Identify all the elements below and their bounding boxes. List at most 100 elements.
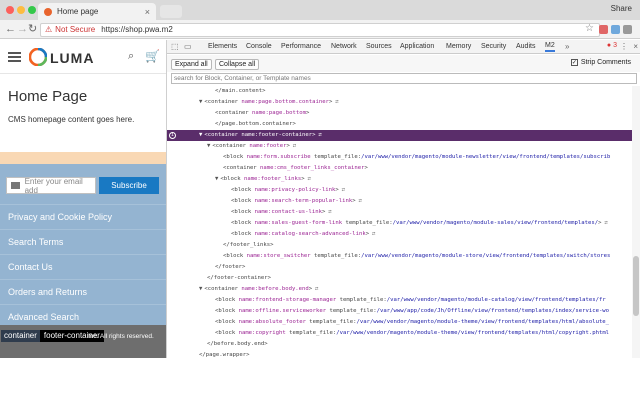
swap-icon[interactable]: ⇄ (328, 209, 331, 215)
tree-row[interactable]: </main.content> (167, 86, 633, 97)
newsletter-input[interactable]: Enter your email add (6, 177, 96, 195)
expand-toggle-icon[interactable]: ▼ (207, 143, 210, 149)
url-text: https://shop.pwa.m2 (101, 25, 173, 34)
swap-icon[interactable]: ⇄ (315, 286, 318, 292)
tab-application[interactable]: Application (400, 43, 434, 50)
tree-row[interactable]: <block name:form.subscribe template_file… (167, 152, 633, 163)
bookmark-star-icon[interactable]: ☆ (585, 23, 594, 34)
tree-row[interactable]: </page.wrapper> (167, 350, 633, 358)
tree-row[interactable]: <block name:copyright template_file:/var… (167, 328, 633, 339)
tree-row[interactable]: </before.body.end> (167, 339, 633, 350)
swap-icon[interactable]: ⇄ (604, 220, 607, 226)
tree-row[interactable]: <block name:contact-us-link> ⇄ (167, 207, 633, 218)
footer-link-orders[interactable]: Orders and Returns (0, 279, 166, 303)
tree-row[interactable]: <block name:store_switcher template_file… (167, 251, 633, 262)
tag-text: > (286, 143, 290, 149)
tree-row-selected[interactable]: i ▼ <container name:footer-container> ⇄ (167, 130, 633, 141)
menu-icon[interactable] (8, 52, 21, 62)
new-tab-button[interactable] (160, 5, 182, 18)
tree-row[interactable]: </page.bottom.container> (167, 119, 633, 130)
strip-comments-toggle[interactable]: ✓ Strip Comments (570, 59, 631, 66)
tab-audits[interactable]: Audits (516, 43, 535, 50)
tree-row[interactable]: <container name:cms_footer_links_contain… (167, 163, 633, 174)
tab-network[interactable]: Network (331, 43, 357, 50)
node-name: name:footer-container (241, 132, 313, 138)
checkbox-icon[interactable]: ✓ (570, 59, 578, 66)
minimize-window-button[interactable] (17, 6, 25, 14)
footer-link-privacy[interactable]: Privacy and Cookie Policy (0, 204, 166, 228)
layout-search-input[interactable]: search for Block, Container, or Template… (171, 73, 637, 84)
expand-toggle-icon[interactable]: ▼ (199, 286, 202, 292)
search-icon[interactable]: ⌕ (128, 50, 134, 63)
tab-performance[interactable]: Performance (281, 43, 321, 50)
tree-row[interactable]: ▼ <container name:page.bottom.container> ⇄ (167, 97, 633, 108)
error-count-badge[interactable]: ● 3 (607, 42, 617, 49)
footer-link-search-terms[interactable]: Search Terms (0, 229, 166, 253)
node-name: name:footer (249, 143, 287, 149)
extension-icon[interactable] (611, 25, 620, 34)
expand-toggle-icon[interactable]: ▼ (199, 99, 202, 105)
address-bar[interactable]: ⚠ Not Secure https://shop.pwa.m2 (40, 23, 600, 37)
swap-icon[interactable]: ⇄ (293, 143, 296, 149)
tree-row[interactable]: <block name:offline.serviceworker templa… (167, 306, 633, 317)
tab-security[interactable]: Security (481, 43, 506, 50)
tree-scrollbar[interactable] (632, 86, 640, 358)
tree-row[interactable]: </footer_links> (167, 240, 633, 251)
tab-memory[interactable]: Memory (446, 43, 471, 50)
tab-sources[interactable]: Sources (366, 43, 392, 50)
tree-row[interactable]: <block name:sales-guest-form-link templa… (167, 218, 633, 229)
settings-menu-icon[interactable]: ⋮ (620, 42, 628, 51)
cart-icon[interactable]: 🛒 (145, 49, 160, 63)
tree-row[interactable]: <block name:catalog-search-advanced-link… (167, 229, 633, 240)
tag-text: <container (212, 143, 250, 149)
expand-toggle-icon[interactable]: ▼ (199, 132, 202, 138)
tree-row[interactable]: ▼ <container name:footer> ⇄ (167, 141, 633, 152)
tree-row[interactable]: </footer-container> (167, 273, 633, 284)
tree-row[interactable]: <block name:frontend-storage-manager tem… (167, 295, 633, 306)
template-file-path: /var/www/vendor/magento/module-theme/vie… (356, 319, 610, 325)
swap-icon[interactable]: ⇄ (342, 187, 345, 193)
tree-row[interactable]: <block name:privacy-policy-link> ⇄ (167, 185, 633, 196)
swap-icon[interactable]: ⇄ (372, 231, 375, 237)
brand-name[interactable]: LUMA (50, 50, 94, 66)
tree-row[interactable]: <block name:absolute_footer template_fil… (167, 317, 633, 328)
collapse-all-button[interactable]: Collapse all (215, 59, 260, 70)
more-tabs-icon[interactable]: » (565, 42, 569, 51)
back-icon[interactable]: ← (5, 23, 16, 35)
tag-text: > (598, 220, 602, 226)
tree-row[interactable]: ▼ <block name:footer_links> ⇄ (167, 174, 633, 185)
tab-m2[interactable]: M2 (545, 42, 555, 52)
tag-text: </page.bottom.container> (215, 121, 296, 127)
template-file-path: /var/www/vendor/magento/module-theme/vie… (336, 330, 610, 336)
maximize-window-button[interactable] (28, 6, 36, 14)
tree-row[interactable]: <container name:page.bottom> (167, 108, 633, 119)
inspect-icon[interactable]: ⬚ (171, 42, 179, 51)
device-toggle-icon[interactable]: ▭ (184, 42, 192, 51)
close-tab-icon[interactable]: × (145, 7, 150, 17)
close-devtools-icon[interactable]: × (633, 42, 638, 51)
swap-icon[interactable]: ⇄ (335, 99, 338, 105)
extension-icon[interactable] (599, 25, 608, 34)
swap-icon[interactable]: ⇄ (359, 198, 362, 204)
tree-row[interactable]: </footer> (167, 262, 633, 273)
reload-icon[interactable]: ↻ (28, 23, 37, 35)
close-window-button[interactable] (6, 6, 14, 14)
expand-all-button[interactable]: Expand all (171, 59, 212, 70)
tree-row[interactable]: ▼ <container name:before.body.end> ⇄ (167, 284, 633, 295)
extension-icon[interactable] (623, 25, 632, 34)
expand-toggle-icon[interactable]: ▼ (215, 176, 218, 182)
swap-icon[interactable]: ⇄ (319, 132, 322, 138)
tag-text: template_file: (336, 297, 387, 303)
swap-icon[interactable]: ⇄ (308, 176, 311, 182)
footer-link-contact[interactable]: Contact Us (0, 254, 166, 278)
scrollbar-thumb[interactable] (633, 256, 639, 316)
tree-row[interactable]: <block name:search-term-popular-link> ⇄ (167, 196, 633, 207)
tab-elements[interactable]: Elements (208, 43, 237, 50)
browser-tab[interactable]: Home page × (38, 3, 156, 20)
tag-text: <container (204, 132, 242, 138)
subscribe-button[interactable]: Subscribe (99, 177, 159, 194)
tab-console[interactable]: Console (246, 43, 272, 50)
forward-icon[interactable]: → (17, 23, 28, 35)
share-label[interactable]: Share (611, 4, 632, 13)
warning-icon: ⚠ (45, 25, 53, 34)
